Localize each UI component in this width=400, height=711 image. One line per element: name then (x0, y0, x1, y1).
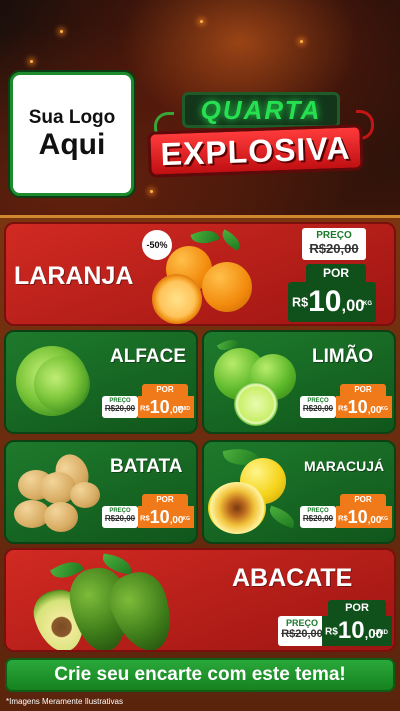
currency: R$ (338, 513, 348, 523)
por-label: POR (328, 600, 386, 616)
price-unit: KG (380, 406, 389, 412)
discount-badge: -50% (142, 230, 172, 260)
price-unit: UNID (177, 406, 190, 412)
passion-fruit-half-icon (208, 482, 266, 534)
product-card-limao[interactable]: LIMÃO POR PREÇO R$20,00 R$10,00 KG (202, 330, 396, 434)
spark-decoration (150, 190, 153, 193)
leaf-icon (218, 229, 244, 251)
por-label: POR (142, 494, 188, 506)
price-dec: ,00 (169, 515, 184, 526)
currency: R$ (292, 295, 309, 310)
cta-button[interactable]: Crie seu encarte com este tema! (5, 658, 395, 692)
currency: R$ (338, 403, 348, 413)
por-label: POR (142, 384, 188, 396)
price-int: 10 (149, 397, 170, 417)
hero-banner: Sua Logo Aqui QUARTA EXPLOSIVA (0, 0, 400, 215)
price-unit: KG (363, 301, 372, 307)
new-price: R$10,00 KG (138, 506, 194, 528)
old-price-value: R$20,00 (281, 628, 323, 640)
spark-decoration (30, 60, 33, 63)
new-price: R$10,00 KG (336, 506, 392, 528)
old-price-value: R$20,00 (309, 241, 359, 256)
old-price-label: PREÇO (109, 508, 131, 514)
title-quarta: QUARTA (182, 92, 340, 128)
price-int: 10 (337, 617, 365, 644)
currency: R$ (140, 403, 150, 413)
por-label: POR (306, 264, 366, 282)
spark-decoration (200, 20, 203, 23)
product-name: BATATA (110, 456, 183, 477)
logo-placeholder: Sua Logo Aqui (10, 72, 134, 196)
logo-line1: Sua Logo (28, 107, 116, 128)
old-price-value: R$20,00 (104, 404, 136, 413)
lettuce-icon (34, 356, 90, 412)
price-int: 10 (149, 507, 170, 527)
orange-half-icon (152, 274, 202, 324)
por-label: POR (340, 384, 386, 396)
spark-decoration (60, 30, 63, 33)
potato-icon (70, 482, 100, 508)
old-price-value: R$20,00 (302, 514, 334, 523)
product-name: MARACUJÁ (304, 458, 385, 474)
product-name: LIMÃO (312, 346, 374, 367)
orange-icon (202, 262, 252, 312)
logo-line2: Aqui (38, 128, 106, 161)
price-int: 10 (347, 397, 368, 417)
new-price: R$10,00 KG (288, 282, 376, 322)
price-int: 10 (308, 285, 342, 318)
lime-half-icon (234, 382, 278, 426)
price-unit: KG (182, 516, 191, 522)
promo-title: QUARTA EXPLOSIVA (147, 92, 374, 182)
product-name: ALFACE (110, 346, 186, 367)
disclaimer-text: *Imagens Meramente Ilustrativas (6, 697, 123, 706)
old-price-label: PREÇO (285, 618, 318, 628)
price-unit: KG (380, 516, 389, 522)
old-price-label: PREÇO (109, 398, 131, 404)
new-price: R$10,00 KG (336, 396, 392, 418)
leaf-icon (266, 505, 298, 529)
product-card-maracuja[interactable]: MARACUJÁ POR PREÇO R$20,00 R$10,00 KG (202, 440, 396, 544)
price-dec: ,00 (341, 297, 365, 315)
product-card-alface[interactable]: ALFACE POR PREÇO R$20,00 R$10,00 UNID (4, 330, 198, 434)
new-price: R$10,00 UNID (322, 616, 392, 646)
title-explosiva: EXPLOSIVA (147, 124, 364, 178)
product-name: LARANJA (14, 262, 134, 290)
old-price-label: PREÇO (316, 230, 352, 241)
old-price-tag: PREÇO R$20,00 (278, 616, 326, 646)
product-name: ABACATE (232, 564, 353, 592)
price-dec: ,00 (367, 405, 382, 416)
old-price-value: R$20,00 (104, 514, 136, 523)
new-price: R$10,00 UNID (138, 396, 194, 418)
por-label: POR (340, 494, 386, 506)
old-price-label: PREÇO (307, 398, 329, 404)
old-price-label: PREÇO (307, 508, 329, 514)
old-price-tag: PREÇO R$20,00 (300, 396, 336, 418)
old-price-tag: PREÇO R$20,00 (300, 506, 336, 528)
product-card-abacate[interactable]: ABACATE POR PREÇO R$20,00 R$10,00 UNID (4, 548, 396, 652)
product-card-batata[interactable]: BATATA POR PREÇO R$20,00 R$10,00 KG (4, 440, 198, 544)
currency: R$ (325, 626, 338, 638)
leaf-icon (190, 225, 220, 249)
old-price-tag: PREÇO R$20,00 (102, 396, 138, 418)
product-card-laranja[interactable]: LARANJA -50% PREÇO R$20,00 POR R$10,00 K… (4, 222, 396, 326)
old-price-tag: PREÇO R$20,00 (302, 228, 366, 260)
price-int: 10 (347, 507, 368, 527)
old-price-value: R$20,00 (302, 404, 334, 413)
spark-decoration (300, 40, 303, 43)
potato-icon (44, 502, 78, 532)
price-unit: UNID (373, 630, 388, 636)
price-dec: ,00 (367, 515, 382, 526)
old-price-tag: PREÇO R$20,00 (102, 506, 138, 528)
currency: R$ (140, 513, 150, 523)
